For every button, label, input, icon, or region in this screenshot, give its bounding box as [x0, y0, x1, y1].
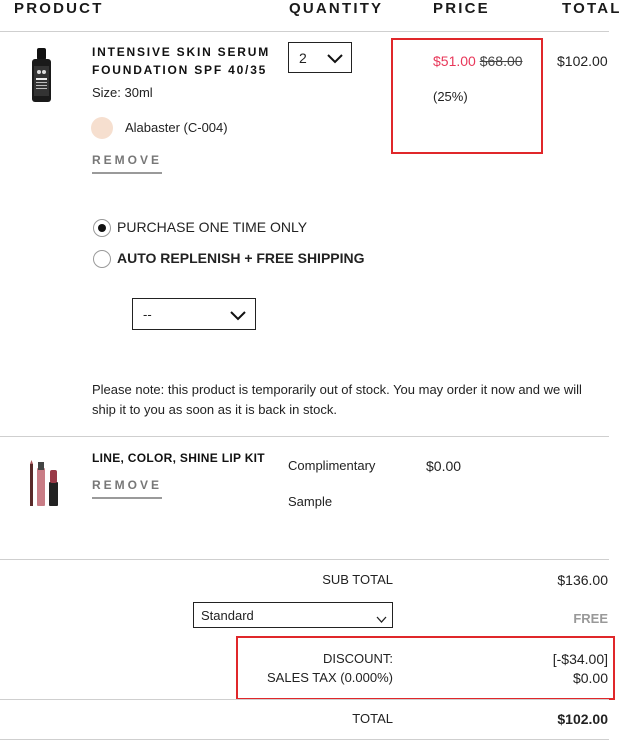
- item1-remove-link[interactable]: REMOVE: [92, 153, 163, 174]
- header-divider: [0, 31, 609, 32]
- shipping-method-value: Standard: [201, 608, 254, 623]
- auto-replenish-label[interactable]: AUTO REPLENISH + FREE SHIPPING: [117, 250, 365, 266]
- total-divider: [0, 699, 609, 700]
- item1-name-line1: INTENSIVE SKIN SERUM: [92, 45, 271, 59]
- item1-product-name[interactable]: INTENSIVE SKIN SERUM FOUNDATION SPF 40/3…: [92, 43, 270, 79]
- auto-replenish-radio[interactable]: [93, 250, 111, 268]
- subtotal-label: SUB TOTAL: [322, 572, 393, 587]
- replenish-frequency-select[interactable]: --: [132, 298, 256, 330]
- shipping-cost: FREE: [573, 611, 608, 626]
- item2-type-line2: Sample: [288, 494, 333, 509]
- summary-divider: [0, 559, 609, 560]
- item1-size: Size: 30ml: [92, 85, 153, 100]
- foundation-product-image[interactable]: [28, 48, 56, 104]
- item-divider: [0, 436, 609, 437]
- shipping-method-select[interactable]: Standard: [193, 602, 393, 628]
- item1-quantity-value: 2: [299, 50, 307, 66]
- bottom-divider: [0, 739, 609, 740]
- item2-type-line1: Complimentary: [288, 458, 376, 473]
- item2-price: $0.00: [426, 458, 462, 474]
- subtotal-value: $136.00: [557, 572, 608, 588]
- item1-shade-name: Alabaster (C-004): [125, 120, 228, 135]
- item1-total: $102.00: [557, 53, 608, 69]
- product-column-header: PRODUCT: [14, 0, 104, 17]
- item1-name-line2: FOUNDATION SPF 40/35: [92, 63, 268, 77]
- item1-quantity-select[interactable]: 2: [288, 42, 352, 73]
- item2-remove-link[interactable]: REMOVE: [92, 478, 163, 499]
- replenish-frequency-value: --: [143, 307, 152, 322]
- purchase-once-label[interactable]: PURCHASE ONE TIME ONLY: [117, 219, 307, 235]
- chevron-down-icon: [229, 309, 247, 327]
- item2-product-name[interactable]: LINE, COLOR, SHINE LIP KIT: [92, 449, 265, 467]
- out-of-stock-note: Please note: this product is temporarily…: [92, 382, 582, 417]
- price-column-header: PRICE: [433, 0, 490, 17]
- quantity-column-header: QUANTITY: [289, 0, 384, 17]
- purchase-once-radio[interactable]: [93, 219, 111, 237]
- shade-swatch: [91, 117, 113, 139]
- total-label: TOTAL: [352, 711, 393, 726]
- chevron-down-icon: [376, 611, 387, 629]
- price-highlight-box: [391, 38, 543, 154]
- total-column-header: TOTAL: [562, 0, 621, 17]
- lip-kit-product-image[interactable]: [27, 460, 61, 508]
- discount-highlight-box: [236, 636, 615, 700]
- chevron-down-icon: [326, 52, 344, 70]
- grand-total-value: $102.00: [557, 711, 608, 727]
- radio-selected-dot: [98, 224, 106, 232]
